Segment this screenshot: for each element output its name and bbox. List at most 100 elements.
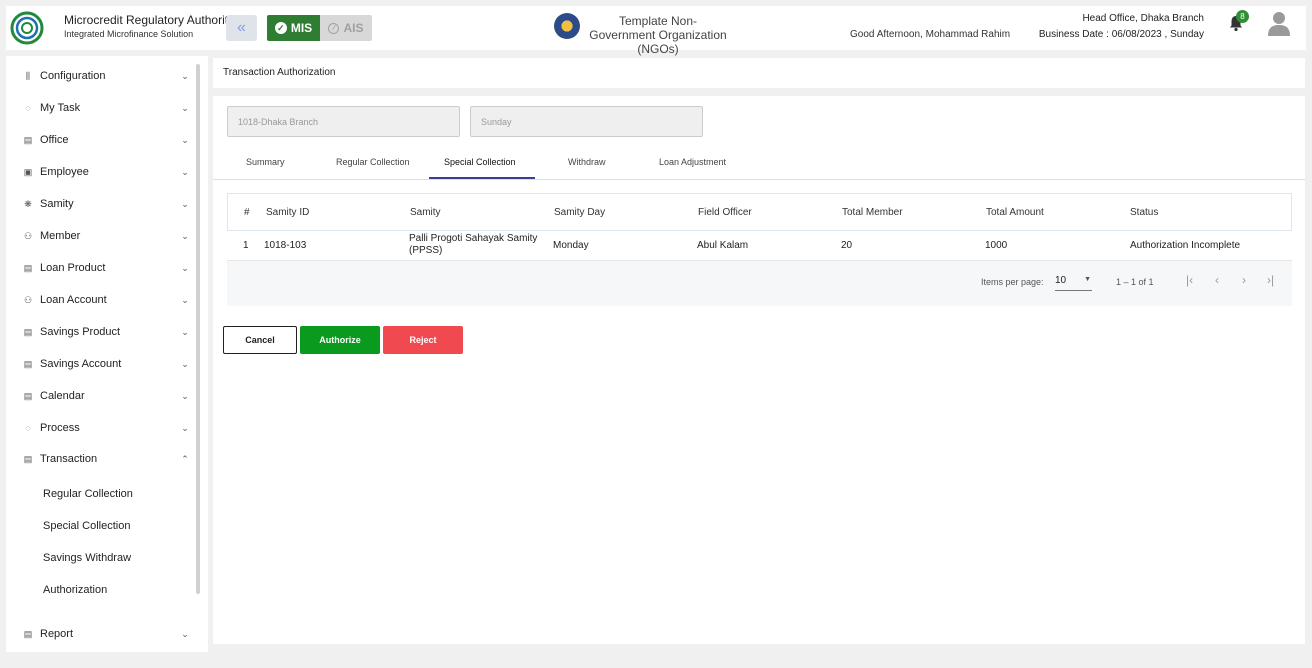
column-header: Samity xyxy=(410,207,441,218)
spinner-icon: ◌ xyxy=(25,423,31,433)
paginator: Items per page: 10 ▼ 1 – 1 of 1 |‹ ‹ › ›… xyxy=(227,261,1292,306)
column-header: # xyxy=(244,207,250,218)
items-per-page-select[interactable]: 10 ▼ xyxy=(1055,275,1092,291)
ais-button[interactable]: ⁄ AIS xyxy=(320,15,372,41)
sidebar-item-member[interactable]: ⚇ Member ⌄ xyxy=(6,226,196,246)
sidebar-subitem-regular-collection[interactable]: Regular Collection xyxy=(43,488,133,500)
chevron-down-icon: ⌄ xyxy=(181,198,189,209)
ban-icon: ⁄ xyxy=(328,22,340,34)
sidebar-item-savings-account[interactable]: ▤ Savings Account ⌄ xyxy=(6,354,196,374)
sidebar-subitem-special-collection[interactable]: Special Collection xyxy=(43,520,130,532)
last-page-icon[interactable]: ›| xyxy=(1267,273,1274,287)
breadcrumb-bar: Transaction Authorization xyxy=(213,58,1305,88)
table-cell: Abul Kalam xyxy=(697,240,749,251)
sidebar-subitem-savings-withdraw[interactable]: Savings Withdraw xyxy=(43,552,131,564)
sidebar-item-label: Member xyxy=(40,230,81,242)
chevron-down-icon: ⌄ xyxy=(181,326,189,337)
sidebar-scrollbar[interactable] xyxy=(196,64,200,594)
items-per-page-value: 10 xyxy=(1055,275,1067,286)
building-icon: ▤ xyxy=(23,390,33,401)
tab-withdraw[interactable]: Withdraw xyxy=(568,157,606,167)
mis-label: MIS xyxy=(290,21,313,35)
double-chevron-left-icon: « xyxy=(237,19,246,36)
sidebar-item-loan-product[interactable]: ▤ Loan Product ⌄ xyxy=(6,258,196,278)
sidebar-item-label: My Task xyxy=(40,102,81,114)
people-icon: ⚇ xyxy=(23,294,33,305)
sidebar-item-employee[interactable]: ▣ Employee ⌄ xyxy=(6,162,196,182)
mis-button[interactable]: ✓ MIS xyxy=(267,15,320,41)
ngo-emblem-icon xyxy=(554,13,580,39)
group-icon: ❋ xyxy=(24,198,32,209)
column-header: Field Officer xyxy=(698,207,752,218)
chevron-down-icon: ⌄ xyxy=(181,70,189,81)
sidebar-item-label: Employee xyxy=(40,166,89,178)
sidebar-item-label: Report xyxy=(40,628,74,640)
ais-label: AIS xyxy=(343,21,364,35)
main-content: 1018-Dhaka Branch Sunday Summary Regular… xyxy=(213,96,1305,644)
cancel-button[interactable]: Cancel xyxy=(223,326,297,354)
table-cell: 1000 xyxy=(985,240,1008,251)
sidebar-item-report[interactable]: ▤ Report ⌄ xyxy=(6,624,196,644)
sidebar-item-transaction[interactable]: ▤ Transaction ⌃ xyxy=(6,449,196,469)
sidebar-item-label: Savings Account xyxy=(40,358,122,370)
tab-loan-adjustment[interactable]: Loan Adjustment xyxy=(659,157,726,167)
building-icon: ▤ xyxy=(23,262,33,273)
breadcrumb: Transaction Authorization xyxy=(223,67,336,78)
branch-field[interactable]: 1018-Dhaka Branch xyxy=(227,106,460,137)
sidebar-item-label: Configuration xyxy=(40,70,106,82)
chevron-down-icon: ⌄ xyxy=(181,390,189,401)
sidebar-subitem-authorization[interactable]: Authorization xyxy=(43,584,107,596)
chevron-down-icon: ⌄ xyxy=(181,102,189,113)
brand-title: Microcredit Regulatory Authority xyxy=(64,13,235,27)
building-icon: ▤ xyxy=(23,358,33,369)
branch-text: Head Office, Dhaka Branch xyxy=(1082,13,1204,24)
active-tab-indicator xyxy=(429,177,535,179)
building-icon: ▤ xyxy=(23,326,33,337)
sidebar-item-my-task[interactable]: ◌ My Task ⌄ xyxy=(6,98,196,118)
sidebar-item-samity[interactable]: ❋ Samity ⌄ xyxy=(6,194,196,214)
mra-logo xyxy=(10,11,44,45)
sidebar-item-label: Loan Product xyxy=(40,262,106,274)
sidebar-collapse-button[interactable]: « xyxy=(226,15,257,41)
column-header: Total Member xyxy=(842,207,903,218)
reject-button[interactable]: Reject xyxy=(383,326,463,354)
next-page-icon[interactable]: › xyxy=(1242,273,1246,287)
chevron-down-icon: ⌄ xyxy=(181,294,189,305)
building-icon: ▤ xyxy=(23,628,33,639)
table-cell: Monday xyxy=(553,240,589,251)
authorize-button[interactable]: Authorize xyxy=(300,326,380,354)
table-cell: Palli Progoti Sahayak Samity (PPSS) xyxy=(409,233,538,256)
sidebar-item-savings-product[interactable]: ▤ Savings Product ⌄ xyxy=(6,322,196,342)
tab-summary[interactable]: Summary xyxy=(246,157,285,167)
chevron-down-icon: ⌄ xyxy=(181,628,189,639)
column-header: Total Amount xyxy=(986,207,1044,218)
column-header: Status xyxy=(1130,207,1159,218)
sliders-icon: ⫼ xyxy=(25,70,31,81)
spinner-icon: ◌ xyxy=(25,103,31,113)
day-field[interactable]: Sunday xyxy=(470,106,703,137)
check-circle-icon: ✓ xyxy=(274,22,287,34)
sidebar-item-loan-account[interactable]: ⚇ Loan Account ⌄ xyxy=(6,290,196,310)
page-range-text: 1 – 1 of 1 xyxy=(1116,277,1154,287)
top-header: Microcredit Regulatory Authority Integra… xyxy=(0,0,1312,56)
table-cell: 20 xyxy=(841,240,853,251)
user-avatar-icon[interactable] xyxy=(1266,10,1292,36)
previous-page-icon[interactable]: ‹ xyxy=(1215,273,1219,287)
table-row[interactable]: 1 1018-103 Palli Progoti Sahayak Samity … xyxy=(227,231,1292,261)
table-header: # Samity ID Samity Samity Day Field Offi… xyxy=(227,193,1292,231)
greeting-text: Good Afternoon, Mohammad Rahim xyxy=(850,29,1011,40)
sidebar-item-process[interactable]: ◌ Process ⌄ xyxy=(6,418,196,438)
sidebar-item-office[interactable]: ▤ Office ⌄ xyxy=(6,130,196,150)
column-header: Samity Day xyxy=(554,207,606,218)
chevron-down-icon: ⌄ xyxy=(181,358,189,369)
first-page-icon[interactable]: |‹ xyxy=(1186,273,1193,287)
business-date-text: Business Date : 06/08/2023 , Sunday xyxy=(1038,29,1204,40)
tab-special-collection[interactable]: Special Collection xyxy=(444,157,516,167)
sidebar-item-calendar[interactable]: ▤ Calendar ⌄ xyxy=(6,386,196,406)
notification-badge: 8 xyxy=(1236,10,1249,23)
chevron-down-icon: ⌄ xyxy=(181,422,189,433)
id-card-icon: ▣ xyxy=(23,166,33,177)
tab-regular-collection[interactable]: Regular Collection xyxy=(336,157,410,167)
table-cell: Authorization Incomplete xyxy=(1130,240,1241,251)
sidebar-item-configuration[interactable]: ⫼ Configuration ⌄ xyxy=(6,66,196,86)
